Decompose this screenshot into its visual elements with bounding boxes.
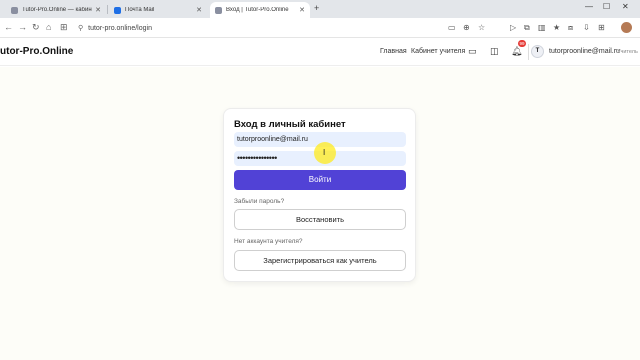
forward-icon[interactable]: → [18,22,27,32]
browser-tab-mail[interactable]: Почта Mail ✕ [109,2,207,18]
text-cursor-icon: I [323,148,326,157]
address-bar[interactable]: ⚲ tutor-pro.online/login [74,21,544,35]
register-teacher-button[interactable]: Зарегистрироваться как учитель [234,250,406,271]
browser-tab-strip: Tutor-Pro.Online — кабинет р... ✕ Почта … [0,0,640,18]
header-divider [528,44,529,60]
close-window-icon[interactable]: ✕ [622,2,629,11]
close-tab-icon[interactable]: ✕ [196,6,202,14]
tab-favicon-icon [114,6,121,14]
nav-link-teacher-cabinet[interactable]: Кабинет учителя [411,48,465,55]
tab-divider [107,5,108,14]
reload-icon[interactable]: ↻ [32,22,40,33]
tab-favicon-icon [11,6,18,14]
site-logo[interactable]: utor-Pro.Online [0,46,73,57]
downloads-icon[interactable]: ⇩ [583,23,590,32]
close-tab-icon[interactable]: ✕ [299,6,305,14]
tab-favicon-icon [215,6,222,14]
split-view-icon[interactable]: ▥ [538,23,546,32]
restore-password-button[interactable]: Восстановить [234,209,406,230]
maximize-icon[interactable]: ☐ [603,2,610,11]
browser-toolbar: ← → ↻ ⌂ ⊞ ⚲ tutor-pro.online/login ▭ ⊕ ☆… [0,18,640,38]
site-info-icon[interactable]: ⚲ [78,24,83,32]
no-account-text: Нет аккаунта учителя? [234,238,303,245]
browser-tab-login[interactable]: Вход | Tutor-Pro.Online ✕ [210,2,310,18]
favorites-icon[interactable]: ★ [553,23,560,32]
bookmark-star-icon[interactable]: ☆ [478,23,485,32]
nav-link-home[interactable]: Главная [380,48,407,55]
close-tab-icon[interactable]: ✕ [95,6,101,14]
profile-avatar[interactable] [621,22,632,33]
chat-icon[interactable]: ◫ [490,46,499,57]
forgot-password-text: Забыли пароль? [234,198,285,205]
tab-title: Вход | Tutor-Pro.Online [226,7,289,13]
minimize-icon[interactable]: — [585,2,593,11]
address-url: tutor-pro.online/login [88,24,152,32]
media-icon[interactable]: ▷ [510,23,516,32]
back-icon[interactable]: ← [4,22,13,32]
user-role: Учитель [617,49,638,55]
bell-icon[interactable]: 🔔︎ [511,46,522,57]
user-email[interactable]: tutorproonline@mail.ru [549,48,620,55]
zoom-icon[interactable]: ⊕ [463,23,470,32]
apps-icon[interactable]: ⊞ [598,23,605,32]
browser-tab-cabinet[interactable]: Tutor-Pro.Online — кабинет р... ✕ [6,2,106,18]
login-button[interactable]: Войти [234,170,406,190]
monitor-icon[interactable]: ▭ [468,46,477,57]
install-app-icon[interactable]: ▭ [448,23,456,32]
collections-icon[interactable]: ⧈ [568,23,573,33]
login-title: Вход в личный кабинет [234,119,346,130]
user-avatar[interactable]: T [531,45,544,58]
tab-title: Tutor-Pro.Online — кабинет р... [22,7,92,13]
home-icon[interactable]: ⌂ [46,22,51,32]
tab-title: Почта Mail [125,7,155,13]
extensions-icon[interactable]: ⊞ [60,22,68,33]
screenshot-icon[interactable]: ⧉ [524,23,530,33]
new-tab-button[interactable]: + [314,3,319,13]
site-header: utor-Pro.Online Главная Кабинет учителя … [0,38,640,66]
notification-badge: 99 [518,40,526,47]
